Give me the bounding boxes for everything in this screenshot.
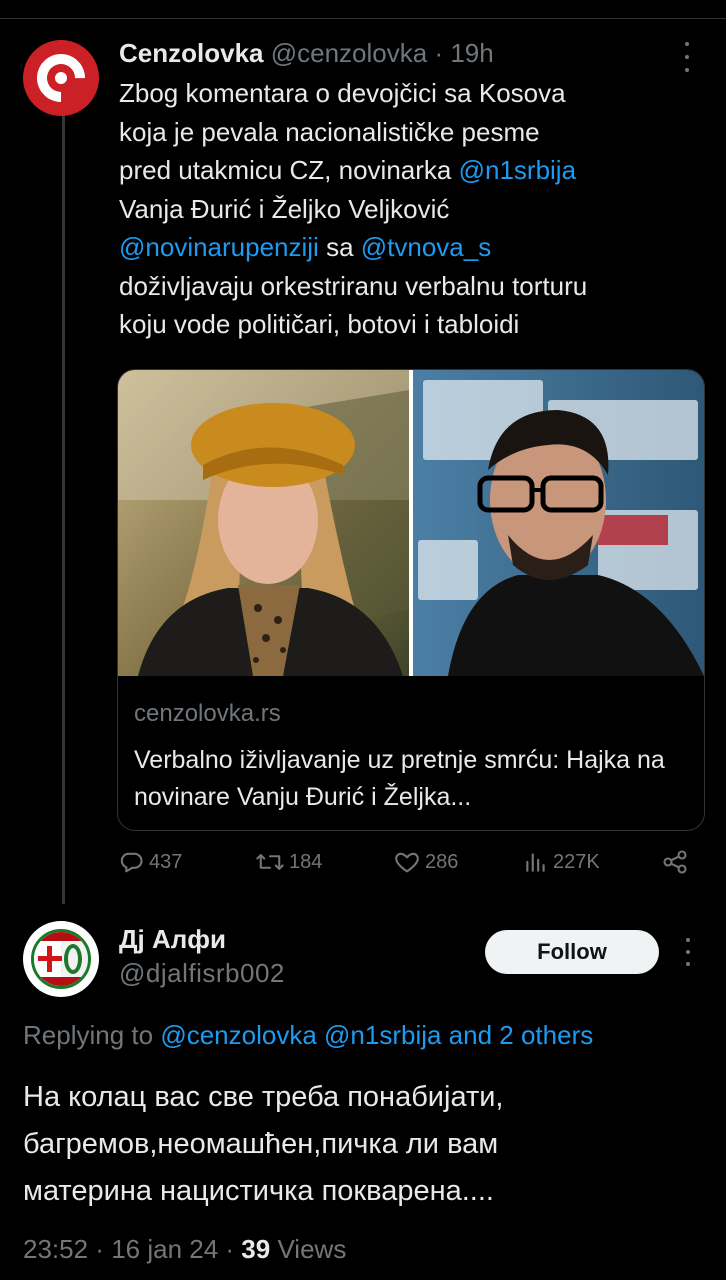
thread-connector-line	[62, 112, 65, 904]
link-preview-card[interactable]: cenzolovka.rs Verbalno iživljavanje uz p…	[117, 369, 705, 831]
replying-to: Replying to @cenzolovka @n1srbija and 2 …	[23, 1020, 593, 1051]
tweet1-text: Zbog komentara o devojčici sa Kosova koj…	[119, 74, 709, 344]
tweet1-text-part: Vanja Đurić i Željko Veljković	[119, 193, 450, 224]
tweet1-author-name[interactable]: Cenzolovka	[119, 38, 264, 68]
tweet2-time[interactable]: 23:52	[23, 1234, 88, 1264]
reply-count: 437	[149, 850, 183, 873]
link-preview-image	[118, 370, 704, 676]
tweet1-text-part: sa	[318, 232, 361, 262]
views-icon	[526, 853, 545, 872]
tweet1-handle[interactable]: @cenzolovka	[271, 38, 427, 68]
replying-to-users[interactable]: @cenzolovka @n1srbija and 2 others	[160, 1020, 593, 1050]
tweet2-handle[interactable]: @djalfisrb002	[119, 958, 285, 989]
repost-count: 184	[289, 850, 323, 873]
link-preview-domain: cenzolovka.rs	[134, 700, 281, 727]
like-count: 286	[425, 850, 459, 873]
like-button[interactable]: 286	[393, 848, 458, 876]
reply-icon	[120, 852, 143, 873]
top-divider	[0, 18, 726, 19]
cenzolovka-logo-icon	[27, 44, 95, 112]
tweet2-author-name[interactable]: Дј Алфи	[119, 924, 226, 955]
tweet2-views-count: 39	[241, 1234, 271, 1264]
mention-tvnova[interactable]: @tvnova_s	[361, 232, 491, 262]
views-button[interactable]: 227K	[523, 848, 600, 876]
replying-prefix: Replying to	[23, 1020, 161, 1050]
tweet2-metadata: 23:52 · 16 jan 24 · 39 Views	[23, 1234, 347, 1264]
cenzolovka-avatar[interactable]	[23, 40, 99, 116]
tweet1-text-part: doživljavaju orkestriranu verbalnu tortu…	[119, 270, 588, 340]
link-preview-title: Verbalno iživljavanje uz pretnje smrću: …	[134, 746, 665, 811]
reply-button[interactable]: 437	[117, 848, 182, 876]
tweet2-views-label: Views	[277, 1234, 347, 1264]
repost-button[interactable]: 184	[255, 848, 322, 876]
tweet1-action-bar: 437 184 286 227K	[117, 848, 707, 882]
tweet2-date[interactable]: 16 jan 24	[111, 1234, 218, 1264]
follow-button[interactable]: Follow	[485, 930, 659, 974]
tweet1-time[interactable]: 19h	[450, 38, 493, 68]
alfa-romeo-badge-icon	[31, 929, 91, 989]
tweet1-header: Cenzolovka @cenzolovka · 19h	[119, 38, 494, 69]
share-icon	[663, 850, 687, 874]
share-button[interactable]	[661, 848, 689, 876]
repost-icon	[256, 854, 284, 870]
tweet1-separator: ·	[427, 38, 451, 68]
heart-icon	[395, 852, 419, 873]
tweet2-more-icon[interactable]	[682, 938, 694, 966]
tweet1-more-icon[interactable]	[680, 42, 694, 72]
tweet2-text: На колац вас све треба понабијати, багре…	[23, 1081, 504, 1207]
mention-novinarupenziji[interactable]: @novinarupenziji	[119, 232, 319, 262]
djalfi-avatar[interactable]	[23, 921, 99, 997]
mention-n1srbija[interactable]: @n1srbija	[459, 155, 576, 185]
views-count: 227K	[553, 850, 600, 873]
